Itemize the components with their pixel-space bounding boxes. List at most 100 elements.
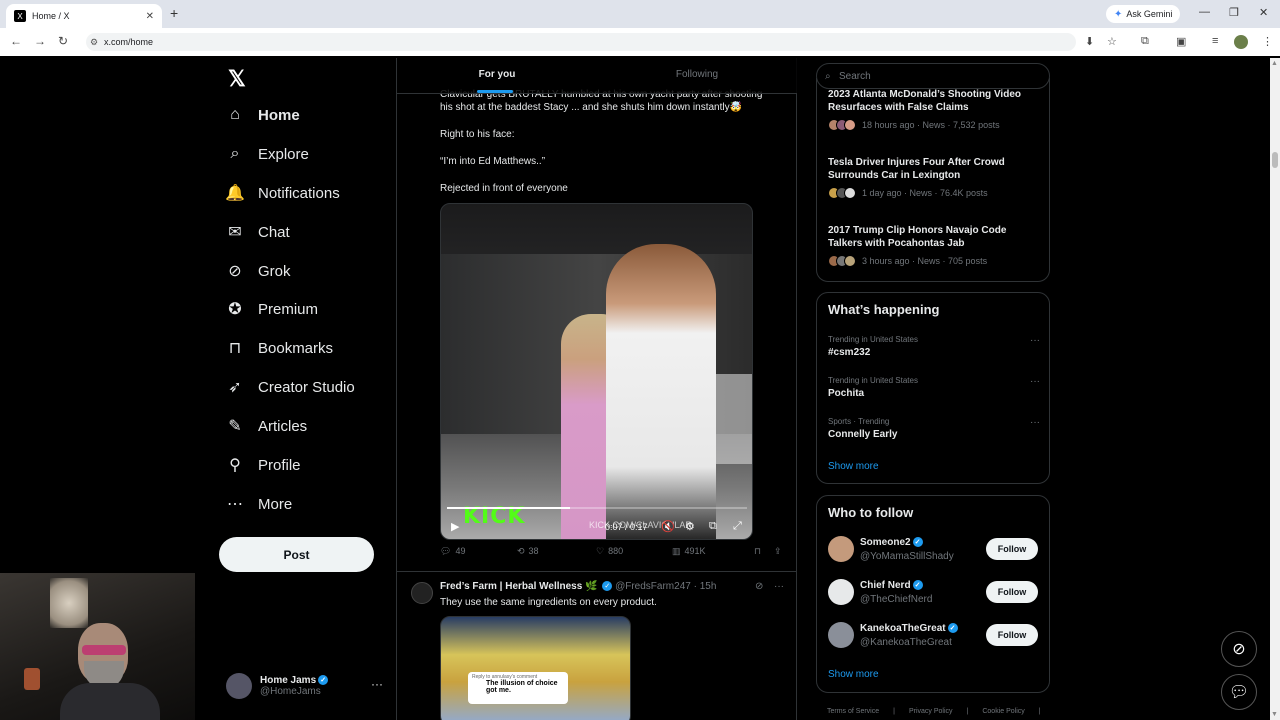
avatar[interactable] [411, 582, 433, 604]
trend-more-icon[interactable]: ··· [1030, 376, 1040, 387]
nav-item-bookmarks[interactable]: ⊓ Bookmarks [226, 339, 333, 358]
trend-item[interactable]: Trending in United States Pochita ··· [828, 376, 1040, 399]
profile-icon: ⚲ [229, 457, 241, 474]
nav-item-explore[interactable]: ⌕ Explore [226, 145, 309, 163]
repost-icon: ⟲ [517, 545, 525, 556]
repost-button[interactable]: ⟲ 38 [517, 546, 539, 557]
bookmark-star-icon[interactable]: ☆ [1107, 35, 1117, 48]
browser-tab[interactable]: X Home / X ✕ [6, 4, 162, 28]
trend-context: Trending in United States [828, 335, 918, 344]
browser-tab-bar: X Home / X ✕ + ✦ Ask Gemini — ❐ ✕ [0, 0, 1280, 28]
scroll-up-icon[interactable]: ▲ [1271, 60, 1278, 67]
video-progress-bar[interactable] [447, 507, 747, 509]
tweet-author-handle[interactable]: @FredsFarm247 [615, 581, 691, 592]
menu-list-icon[interactable]: ≡ [1212, 35, 1218, 47]
browser-profile-avatar[interactable] [1234, 35, 1248, 49]
scroll-down-icon[interactable]: ▼ [1271, 711, 1278, 718]
trend-name: Pochita [828, 388, 865, 399]
nav-item-articles[interactable]: ✎ Articles [226, 417, 308, 436]
tweet-more-icon[interactable]: ··· [774, 581, 784, 592]
follow-button[interactable]: Follow [986, 624, 1038, 646]
bookmark-button[interactable]: ⊓ [754, 546, 761, 557]
site-info-icon[interactable]: ⚙ [90, 37, 98, 48]
new-tab-button[interactable]: + [170, 5, 178, 21]
tweet-time[interactable]: · 15h [694, 581, 717, 592]
back-icon[interactable]: ← [10, 34, 22, 48]
nav-item-label: Creator Studio [258, 378, 355, 396]
timeline-tabs: For you Following [397, 58, 797, 94]
nav-item-grok[interactable]: ⊘ Grok [226, 262, 290, 281]
fullscreen-icon[interactable]: ⤢ [733, 520, 742, 533]
grok-icon[interactable]: ⊘ [755, 581, 763, 592]
forward-icon[interactable]: → [34, 34, 46, 48]
reply-icon: 💬︎ [440, 545, 452, 556]
trend-item[interactable]: Sports · Trending Connelly Early ··· [828, 417, 1040, 440]
x-favicon-icon: X [14, 10, 26, 22]
footer-link[interactable]: Cookie Policy [982, 708, 1024, 715]
install-icon[interactable]: ⬇ [1085, 35, 1094, 48]
tweet-text-p4: Rejected in front of everyone [440, 183, 568, 194]
tab-following[interactable]: Following [597, 58, 797, 93]
tweet-author-name[interactable]: Fred’s Farm | Herbal Wellness 🌿 [440, 581, 598, 592]
footer-link[interactable]: Privacy Policy [909, 708, 953, 715]
avatar [828, 622, 854, 648]
repost-count: 38 [528, 546, 539, 556]
ask-gemini-button[interactable]: ✦ Ask Gemini [1106, 5, 1181, 23]
trend-more-icon[interactable]: ··· [1030, 335, 1040, 346]
follow-suggestion[interactable]: Chief Nerd ✓ @TheChiefNerd Follow [828, 579, 1040, 609]
reply-button[interactable]: 💬︎ 49 [440, 546, 465, 557]
nav-item-notifications[interactable]: 🔔 Notifications [225, 184, 340, 203]
scroll-thumb[interactable] [1272, 152, 1278, 168]
news-item[interactable]: 2023 Atlanta McDonald’s Shooting Video R… [828, 88, 1038, 131]
nav-item-label: Profile [258, 456, 301, 474]
more-icon: ⋯ [227, 496, 243, 513]
x-logo-icon[interactable]: 𝕏 [228, 66, 246, 92]
page-scrollbar[interactable]: ▲ ▼ [1270, 58, 1280, 720]
tweet-divider [397, 571, 797, 572]
views-button[interactable]: ▥ 491K [672, 546, 706, 557]
tab-for-you[interactable]: For you [397, 58, 597, 93]
pip-icon[interactable]: ⧉ [709, 520, 717, 533]
trend-more-icon[interactable]: ··· [1030, 417, 1040, 428]
reload-icon[interactable]: ↻ [58, 34, 68, 48]
news-item[interactable]: Tesla Driver Injures Four After Crowd Su… [828, 156, 1038, 199]
mute-icon[interactable]: 🔇 [661, 520, 675, 533]
extensions-icon[interactable]: ⧉ [1141, 35, 1149, 48]
trends-show-more-link[interactable]: Show more [828, 461, 879, 472]
grok-fab-icon[interactable]: ⊘ [1221, 631, 1257, 667]
footer-link[interactable]: Terms of Service [827, 708, 879, 715]
settings-icon[interactable]: ⚙ [685, 520, 695, 533]
trend-item[interactable]: Trending in United States #csm232 ··· [828, 335, 1040, 358]
follow-button[interactable]: Follow [986, 538, 1038, 560]
close-window-icon[interactable]: ✕ [1259, 6, 1268, 19]
messages-fab-icon[interactable]: 💬︎ [1221, 674, 1257, 710]
follow-suggestion[interactable]: Someone2 ✓ @YoMamaStillShady Follow [828, 536, 1040, 566]
follow-show-more-link[interactable]: Show more [828, 669, 879, 680]
follow-suggestion[interactable]: KanekoaTheGreat ✓ @KanekoaTheGreat Follow [828, 622, 1040, 652]
premium-icon: ✪ [228, 301, 242, 318]
share-icon[interactable]: ⇪ [774, 546, 782, 557]
nav-item-premium[interactable]: ✪ Premium [226, 300, 318, 319]
close-tab-icon[interactable]: ✕ [146, 11, 154, 22]
nav-item-more[interactable]: ⋯ More [226, 495, 292, 514]
nav-item-label: Articles [258, 417, 308, 435]
news-item[interactable]: 2017 Trump Clip Honors Navajo Code Talke… [828, 224, 1038, 267]
nav-item-chat[interactable]: ✉ Chat [226, 223, 289, 242]
nav-item-creator-studio[interactable]: ➶ Creator Studio [226, 378, 355, 397]
address-input[interactable]: ⚙ x.com/home [86, 33, 1076, 51]
like-button[interactable]: ♡ 880 [596, 546, 623, 557]
account-more-icon[interactable]: ··· [371, 677, 383, 691]
side-panel-icon[interactable]: ▣ [1176, 35, 1186, 48]
browser-menu-icon[interactable]: ⋮ [1262, 35, 1273, 48]
restore-icon[interactable]: ❐ [1229, 6, 1239, 19]
tweet-image[interactable]: Reply to annulasy's comment The illusion… [440, 616, 631, 720]
nav-item-profile[interactable]: ⚲ Profile [226, 456, 301, 475]
play-icon[interactable]: ▶ [451, 520, 459, 533]
tweet-video[interactable]: KICK KICK.COM/CLAVICULAR ▶ 0:07 / 0:17 🔇… [440, 203, 753, 540]
minimize-icon[interactable]: — [1199, 6, 1210, 18]
account-switcher[interactable]: Home Jams ✓ @HomeJams ··· [226, 673, 386, 699]
follow-button[interactable]: Follow [986, 581, 1038, 603]
nav-item-home[interactable]: ⌂ Home [226, 106, 300, 124]
post-button[interactable]: Post [219, 537, 374, 572]
trend-name: Connelly Early [828, 429, 898, 440]
